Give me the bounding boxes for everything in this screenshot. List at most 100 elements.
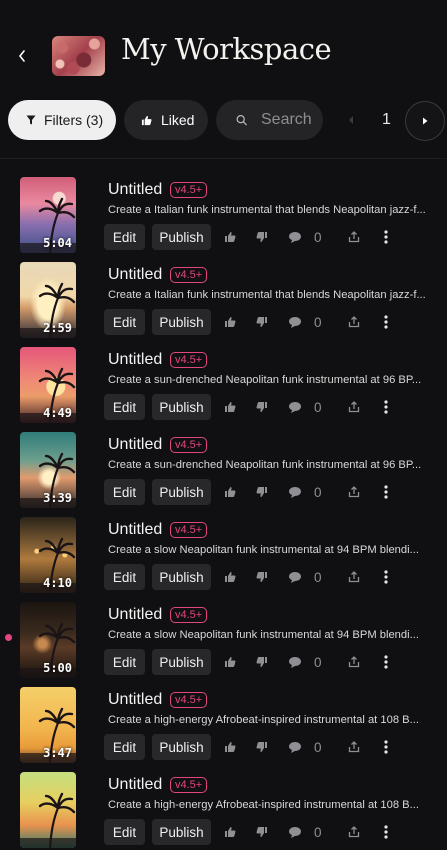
song-title[interactable]: Untitled xyxy=(108,521,162,539)
like-button[interactable] xyxy=(222,654,238,670)
share-button[interactable] xyxy=(346,569,362,585)
dislike-button[interactable] xyxy=(254,739,270,755)
comment-icon xyxy=(289,741,301,753)
cover-art[interactable]: 2:59 xyxy=(20,262,76,338)
like-button[interactable] xyxy=(222,399,238,415)
cover-art[interactable]: 4:10 xyxy=(20,517,76,593)
dislike-button[interactable] xyxy=(254,484,270,500)
cover-art[interactable] xyxy=(20,772,76,848)
cover-art[interactable]: 5:04 xyxy=(20,177,76,253)
like-button[interactable] xyxy=(222,569,238,585)
dislike-button[interactable] xyxy=(254,399,270,415)
cover-art[interactable]: 4:49 xyxy=(20,347,76,423)
song-title[interactable]: Untitled xyxy=(108,266,162,284)
comments-button[interactable] xyxy=(287,399,303,415)
share-button[interactable] xyxy=(346,399,362,415)
cover-art[interactable]: 5:00 xyxy=(20,602,76,678)
like-button[interactable] xyxy=(222,484,238,500)
like-button[interactable] xyxy=(222,824,238,840)
more-options-button[interactable] xyxy=(378,569,394,585)
comments-button[interactable] xyxy=(287,229,303,245)
more-options-button[interactable] xyxy=(378,399,394,415)
edit-button[interactable]: Edit xyxy=(104,309,145,335)
more-options-button[interactable] xyxy=(378,229,394,245)
chevron-right-icon xyxy=(423,117,428,125)
song-row[interactable]: 3:47 Untitled v4.5+ Create a high-energy… xyxy=(0,687,447,765)
song-title[interactable]: Untitled xyxy=(108,691,162,709)
publish-button[interactable]: Publish xyxy=(152,309,211,335)
dislike-button[interactable] xyxy=(254,824,270,840)
comments-button[interactable] xyxy=(287,739,303,755)
chevron-left-icon xyxy=(18,50,25,62)
song-title[interactable]: Untitled xyxy=(108,606,162,624)
share-button[interactable] xyxy=(346,824,362,840)
song-row[interactable]: Untitled v4.5+ Create a high-energy Afro… xyxy=(0,772,447,850)
previous-page-button[interactable] xyxy=(343,112,359,128)
share-button[interactable] xyxy=(346,314,362,330)
comments-button[interactable] xyxy=(287,569,303,585)
publish-button[interactable]: Publish xyxy=(152,394,211,420)
edit-button[interactable]: Edit xyxy=(104,734,145,760)
song-row[interactable]: 4:49 Untitled v4.5+ Create a sun-drenche… xyxy=(0,347,447,425)
publish-button[interactable]: Publish xyxy=(152,564,211,590)
dislike-button[interactable] xyxy=(254,654,270,670)
dislike-button[interactable] xyxy=(254,229,270,245)
publish-button[interactable]: Publish xyxy=(152,224,211,250)
liked-button[interactable]: Liked xyxy=(124,100,208,140)
publish-button[interactable]: Publish xyxy=(152,649,211,675)
more-options-button[interactable] xyxy=(378,314,394,330)
song-row[interactable]: 3:39 Untitled v4.5+ Create a sun-drenche… xyxy=(0,432,447,510)
share-icon xyxy=(348,656,360,668)
filters-button[interactable]: Filters (3) xyxy=(8,100,116,140)
share-button[interactable] xyxy=(346,484,362,500)
search-box[interactable] xyxy=(216,100,323,140)
back-button[interactable] xyxy=(12,44,32,68)
comment-count: 0 xyxy=(314,400,322,415)
edit-button[interactable]: Edit xyxy=(104,479,145,505)
filters-label: Filters (3) xyxy=(44,112,104,128)
share-button[interactable] xyxy=(346,654,362,670)
publish-button[interactable]: Publish xyxy=(152,479,211,505)
publish-button[interactable]: Publish xyxy=(152,734,211,760)
publish-button[interactable]: Publish xyxy=(152,819,211,845)
song-title[interactable]: Untitled xyxy=(108,436,162,454)
song-row[interactable]: 4:10 Untitled v4.5+ Create a slow Neapol… xyxy=(0,517,447,595)
edit-button[interactable]: Edit xyxy=(104,224,145,250)
song-title[interactable]: Untitled xyxy=(108,181,162,199)
page-number: 1 xyxy=(382,111,391,128)
thumbs-down-icon xyxy=(256,487,267,497)
comments-button[interactable] xyxy=(287,484,303,500)
song-row[interactable]: 5:04 Untitled v4.5+ Create a Italian fun… xyxy=(0,177,447,255)
edit-button[interactable]: Edit xyxy=(104,394,145,420)
comments-button[interactable] xyxy=(287,314,303,330)
song-title[interactable]: Untitled xyxy=(108,351,162,369)
edit-button[interactable]: Edit xyxy=(104,819,145,845)
chevron-left-icon xyxy=(349,116,353,124)
more-options-button[interactable] xyxy=(378,739,394,755)
comments-button[interactable] xyxy=(287,824,303,840)
dislike-button[interactable] xyxy=(254,314,270,330)
comments-button[interactable] xyxy=(287,654,303,670)
like-button[interactable] xyxy=(222,739,238,755)
like-button[interactable] xyxy=(222,229,238,245)
comment-count: 0 xyxy=(314,485,322,500)
like-button[interactable] xyxy=(222,314,238,330)
more-options-button[interactable] xyxy=(378,654,394,670)
edit-button[interactable]: Edit xyxy=(104,649,145,675)
song-row[interactable]: 2:59 Untitled v4.5+ Create a Italian fun… xyxy=(0,262,447,340)
more-vertical-icon xyxy=(384,485,388,499)
share-button[interactable] xyxy=(346,739,362,755)
duration-label: 4:49 xyxy=(43,406,72,420)
cover-art[interactable]: 3:39 xyxy=(20,432,76,508)
edit-button[interactable]: Edit xyxy=(104,564,145,590)
next-page-button[interactable] xyxy=(405,101,445,141)
dislike-button[interactable] xyxy=(254,569,270,585)
cover-art[interactable]: 3:47 xyxy=(20,687,76,763)
song-title[interactable]: Untitled xyxy=(108,776,162,794)
song-row[interactable]: 5:00 Untitled v4.5+ Create a slow Neapol… xyxy=(0,602,447,680)
share-button[interactable] xyxy=(346,229,362,245)
more-options-button[interactable] xyxy=(378,484,394,500)
more-options-button[interactable] xyxy=(378,824,394,840)
search-input[interactable] xyxy=(261,111,323,129)
liked-label: Liked xyxy=(161,112,195,128)
